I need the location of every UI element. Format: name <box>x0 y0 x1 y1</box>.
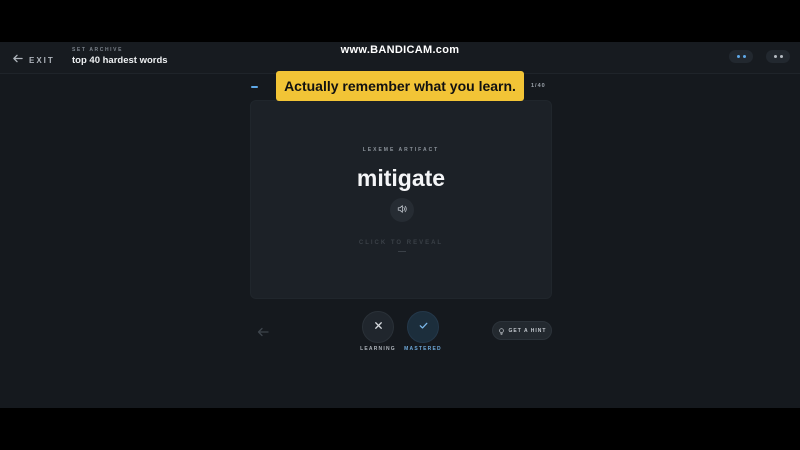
settings-toggle-button[interactable] <box>729 50 753 63</box>
get-hint-label: GET A HINT <box>508 327 547 334</box>
video-letterbox-bottom <box>0 408 800 450</box>
lightbulb-icon <box>498 322 505 340</box>
flashcard[interactable]: LEXEME ARTIFACT mitigate CLICK TO REVEAL <box>250 100 552 299</box>
more-options-button[interactable] <box>766 50 790 63</box>
caption-text: Actually remember what you learn. <box>284 78 516 94</box>
reveal-underline <box>398 251 406 252</box>
set-title: top 40 hardest words <box>72 55 168 66</box>
card-word: mitigate <box>356 165 446 191</box>
mastered-button[interactable] <box>407 311 439 343</box>
reveal-hint: CLICK TO REVEAL <box>358 240 444 246</box>
check-icon <box>418 318 429 336</box>
close-icon <box>373 318 384 336</box>
caption-banner: Actually remember what you learn. <box>276 71 524 101</box>
flashcard-app: EXIT SET ARCHIVE top 40 hardest words ww… <box>0 42 800 408</box>
mastered-label: MASTERED <box>404 346 442 352</box>
arrow-left-icon <box>256 325 270 342</box>
learning-label: LEARNING <box>360 346 396 352</box>
card-eyebrow: LEXEME ARTIFACT <box>362 147 440 153</box>
video-letterbox-top <box>0 0 800 42</box>
card-counter: 1/40 <box>531 83 546 89</box>
exit-label: EXIT <box>29 55 55 65</box>
top-bar: EXIT SET ARCHIVE top 40 hardest words ww… <box>0 42 800 74</box>
previous-card-button[interactable] <box>256 325 270 337</box>
learning-button[interactable] <box>362 311 394 343</box>
progress-bar-fill <box>251 86 258 88</box>
recorder-watermark: www.BANDICAM.com <box>340 44 460 56</box>
pronounce-button[interactable] <box>390 198 414 222</box>
speaker-icon <box>397 201 407 219</box>
get-hint-button[interactable]: GET A HINT <box>492 321 552 340</box>
